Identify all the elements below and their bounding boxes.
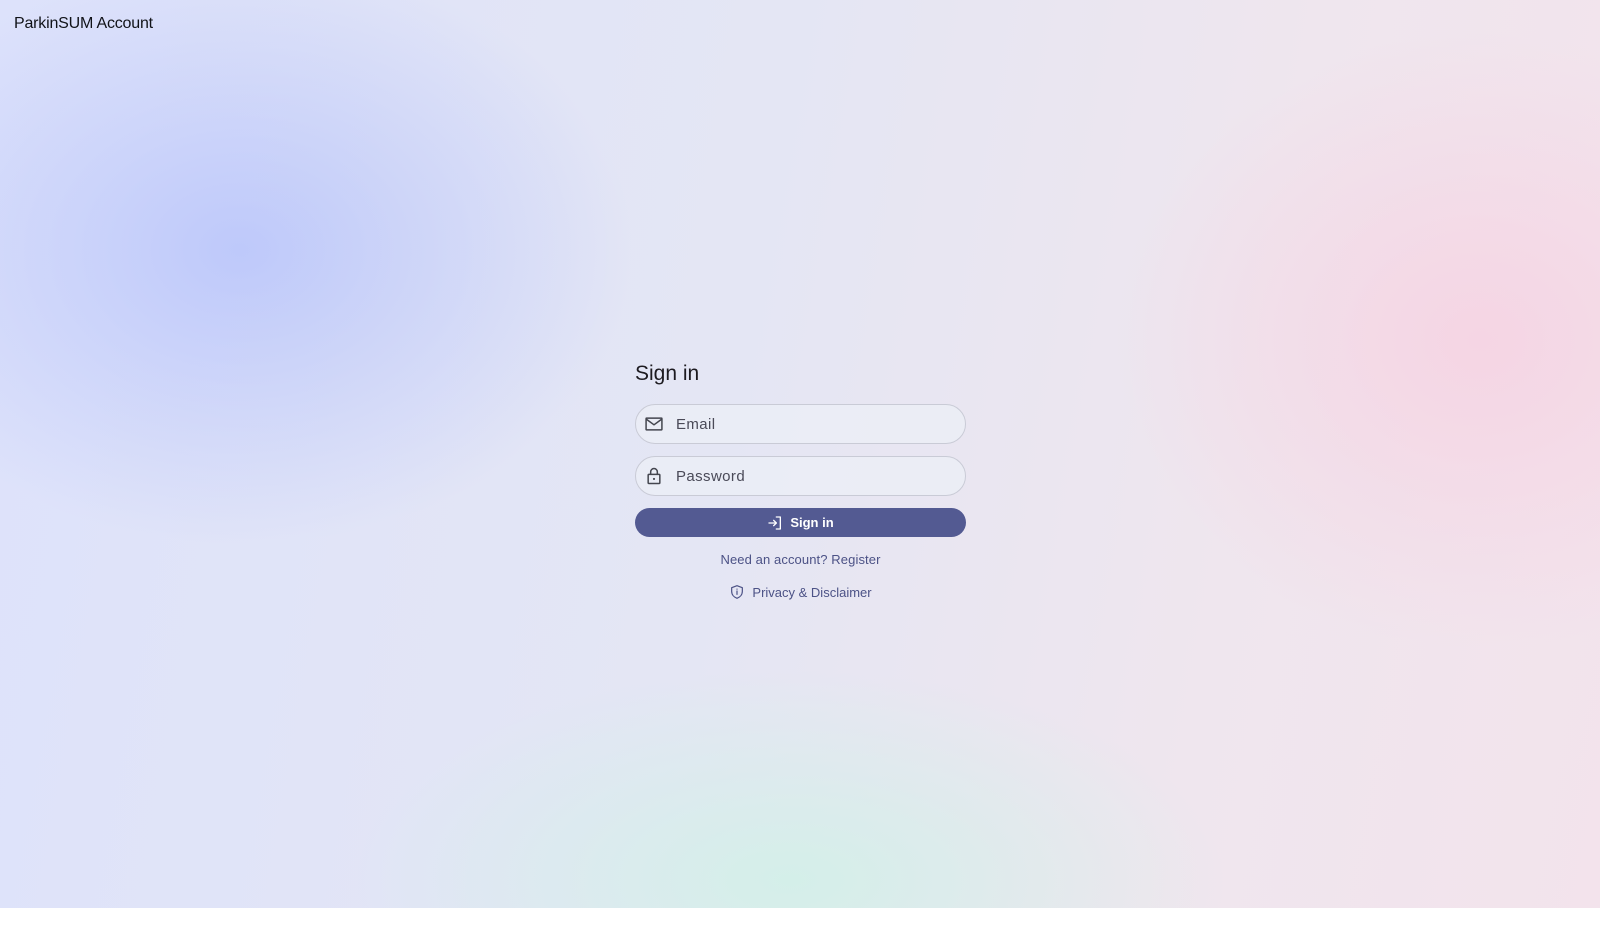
signin-button-label: Sign in [790,515,834,530]
app-title: ParkinSUM Account [14,15,153,32]
register-link[interactable]: Need an account? Register [635,552,966,567]
login-icon [767,515,783,531]
password-input[interactable] [676,467,965,485]
bottom-strip [0,908,1600,927]
signin-heading: Sign in [635,362,700,385]
privacy-disclaimer-link[interactable]: Privacy & Disclaimer [635,584,966,600]
password-field-container[interactable] [635,456,966,496]
email-input[interactable] [676,415,965,433]
shield-icon [729,584,745,600]
privacy-link-label: Privacy & Disclaimer [752,584,872,600]
email-field-container[interactable] [635,404,966,444]
lock-icon [644,466,664,486]
signin-button[interactable]: Sign in [635,508,966,537]
mail-icon [644,414,664,434]
signin-form: Sign in Sign in Ne [635,360,966,600]
